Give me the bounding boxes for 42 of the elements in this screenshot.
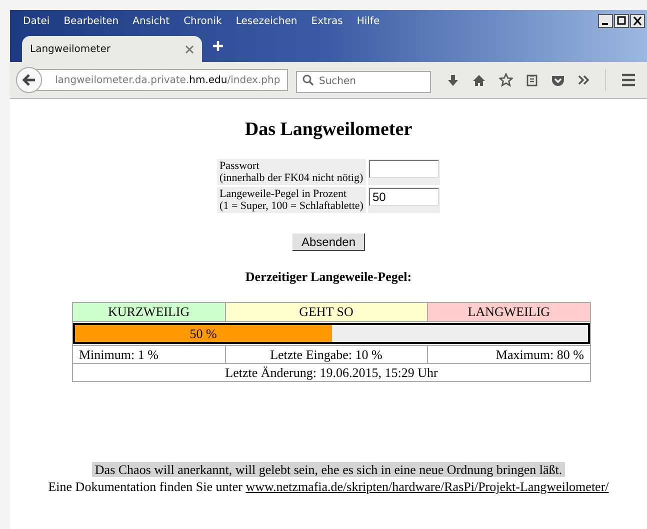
scale-cell: LANGWEILIG (427, 302, 590, 322)
documentation-link[interactable]: www.netzmafia.de/skripten/hardware/RasPi/Projekt-Langweilometer/ (246, 479, 609, 494)
close-icon[interactable] (630, 14, 645, 28)
field-label: Langeweile-Pegel in Prozent (1 = Super, 100 = Schlaftablette) (216, 187, 366, 213)
back-arrow-icon[interactable] (22, 74, 36, 86)
download-icon[interactable] (447, 74, 459, 86)
input-field[interactable]: 50 (369, 188, 440, 206)
table-cell: Maximum: 80 % (427, 346, 590, 364)
home-icon[interactable] (472, 74, 486, 86)
star-icon[interactable] (499, 73, 513, 87)
url-text: langweilometer.da.private.hm.edu/index.php (55, 74, 280, 86)
documentation-text: Eine Dokumentation finden Sie unter (48, 479, 242, 494)
browser-tab[interactable]: Langweilometer (22, 36, 202, 62)
page-title: Das Langweilometer (244, 119, 414, 141)
overflow-icon[interactable] (578, 74, 590, 86)
menu-item[interactable]: Lesezeichen (228, 16, 304, 26)
menu-item[interactable]: Ansicht (126, 16, 177, 26)
menu-item[interactable]: Extras (304, 16, 350, 26)
scale-cell: GEHT SO (225, 302, 428, 322)
menu-item[interactable]: Chronik (176, 16, 229, 26)
search-field[interactable]: Suchen (296, 70, 431, 92)
new-tab-icon[interactable] (212, 40, 224, 52)
scale-cell: KURZWEILIG (72, 302, 226, 322)
address-field[interactable]: langweilometer.da.private.hm.edu/index.php (36, 69, 288, 91)
menu-item[interactable]: Bearbeiten (56, 16, 126, 26)
table-cell: Minimum: 1 % (72, 346, 226, 364)
input-field[interactable] (369, 160, 440, 178)
menu-item[interactable]: Datei (16, 16, 57, 26)
field-label: Passwort (innerhalb der FK04 nicht nötig) (216, 159, 366, 185)
table-cell: Letzte Änderung: 19.06.2015, 15:29 Uhr (72, 364, 590, 382)
table-cell: Letzte Eingabe: 10 % (225, 346, 428, 364)
clipboard-icon[interactable] (526, 73, 538, 87)
menu-icon[interactable] (621, 73, 636, 87)
maximize-icon[interactable] (614, 14, 629, 28)
submit-button[interactable]: Absenden (292, 233, 365, 251)
minimize-icon[interactable] (598, 14, 613, 28)
quote-text: Das Chaos will anerkannt, will gelebt sein, ehe es sich in eine neue Ordnung bringen läßt. (92, 462, 566, 477)
pocket-icon[interactable] (551, 74, 565, 86)
section-heading: Derzeitiger Langeweile-Pegel: (244, 269, 413, 285)
back-button[interactable] (16, 67, 42, 93)
menu-item[interactable]: Hilfe (350, 16, 387, 26)
progress-reading: 50 % (188, 325, 218, 342)
